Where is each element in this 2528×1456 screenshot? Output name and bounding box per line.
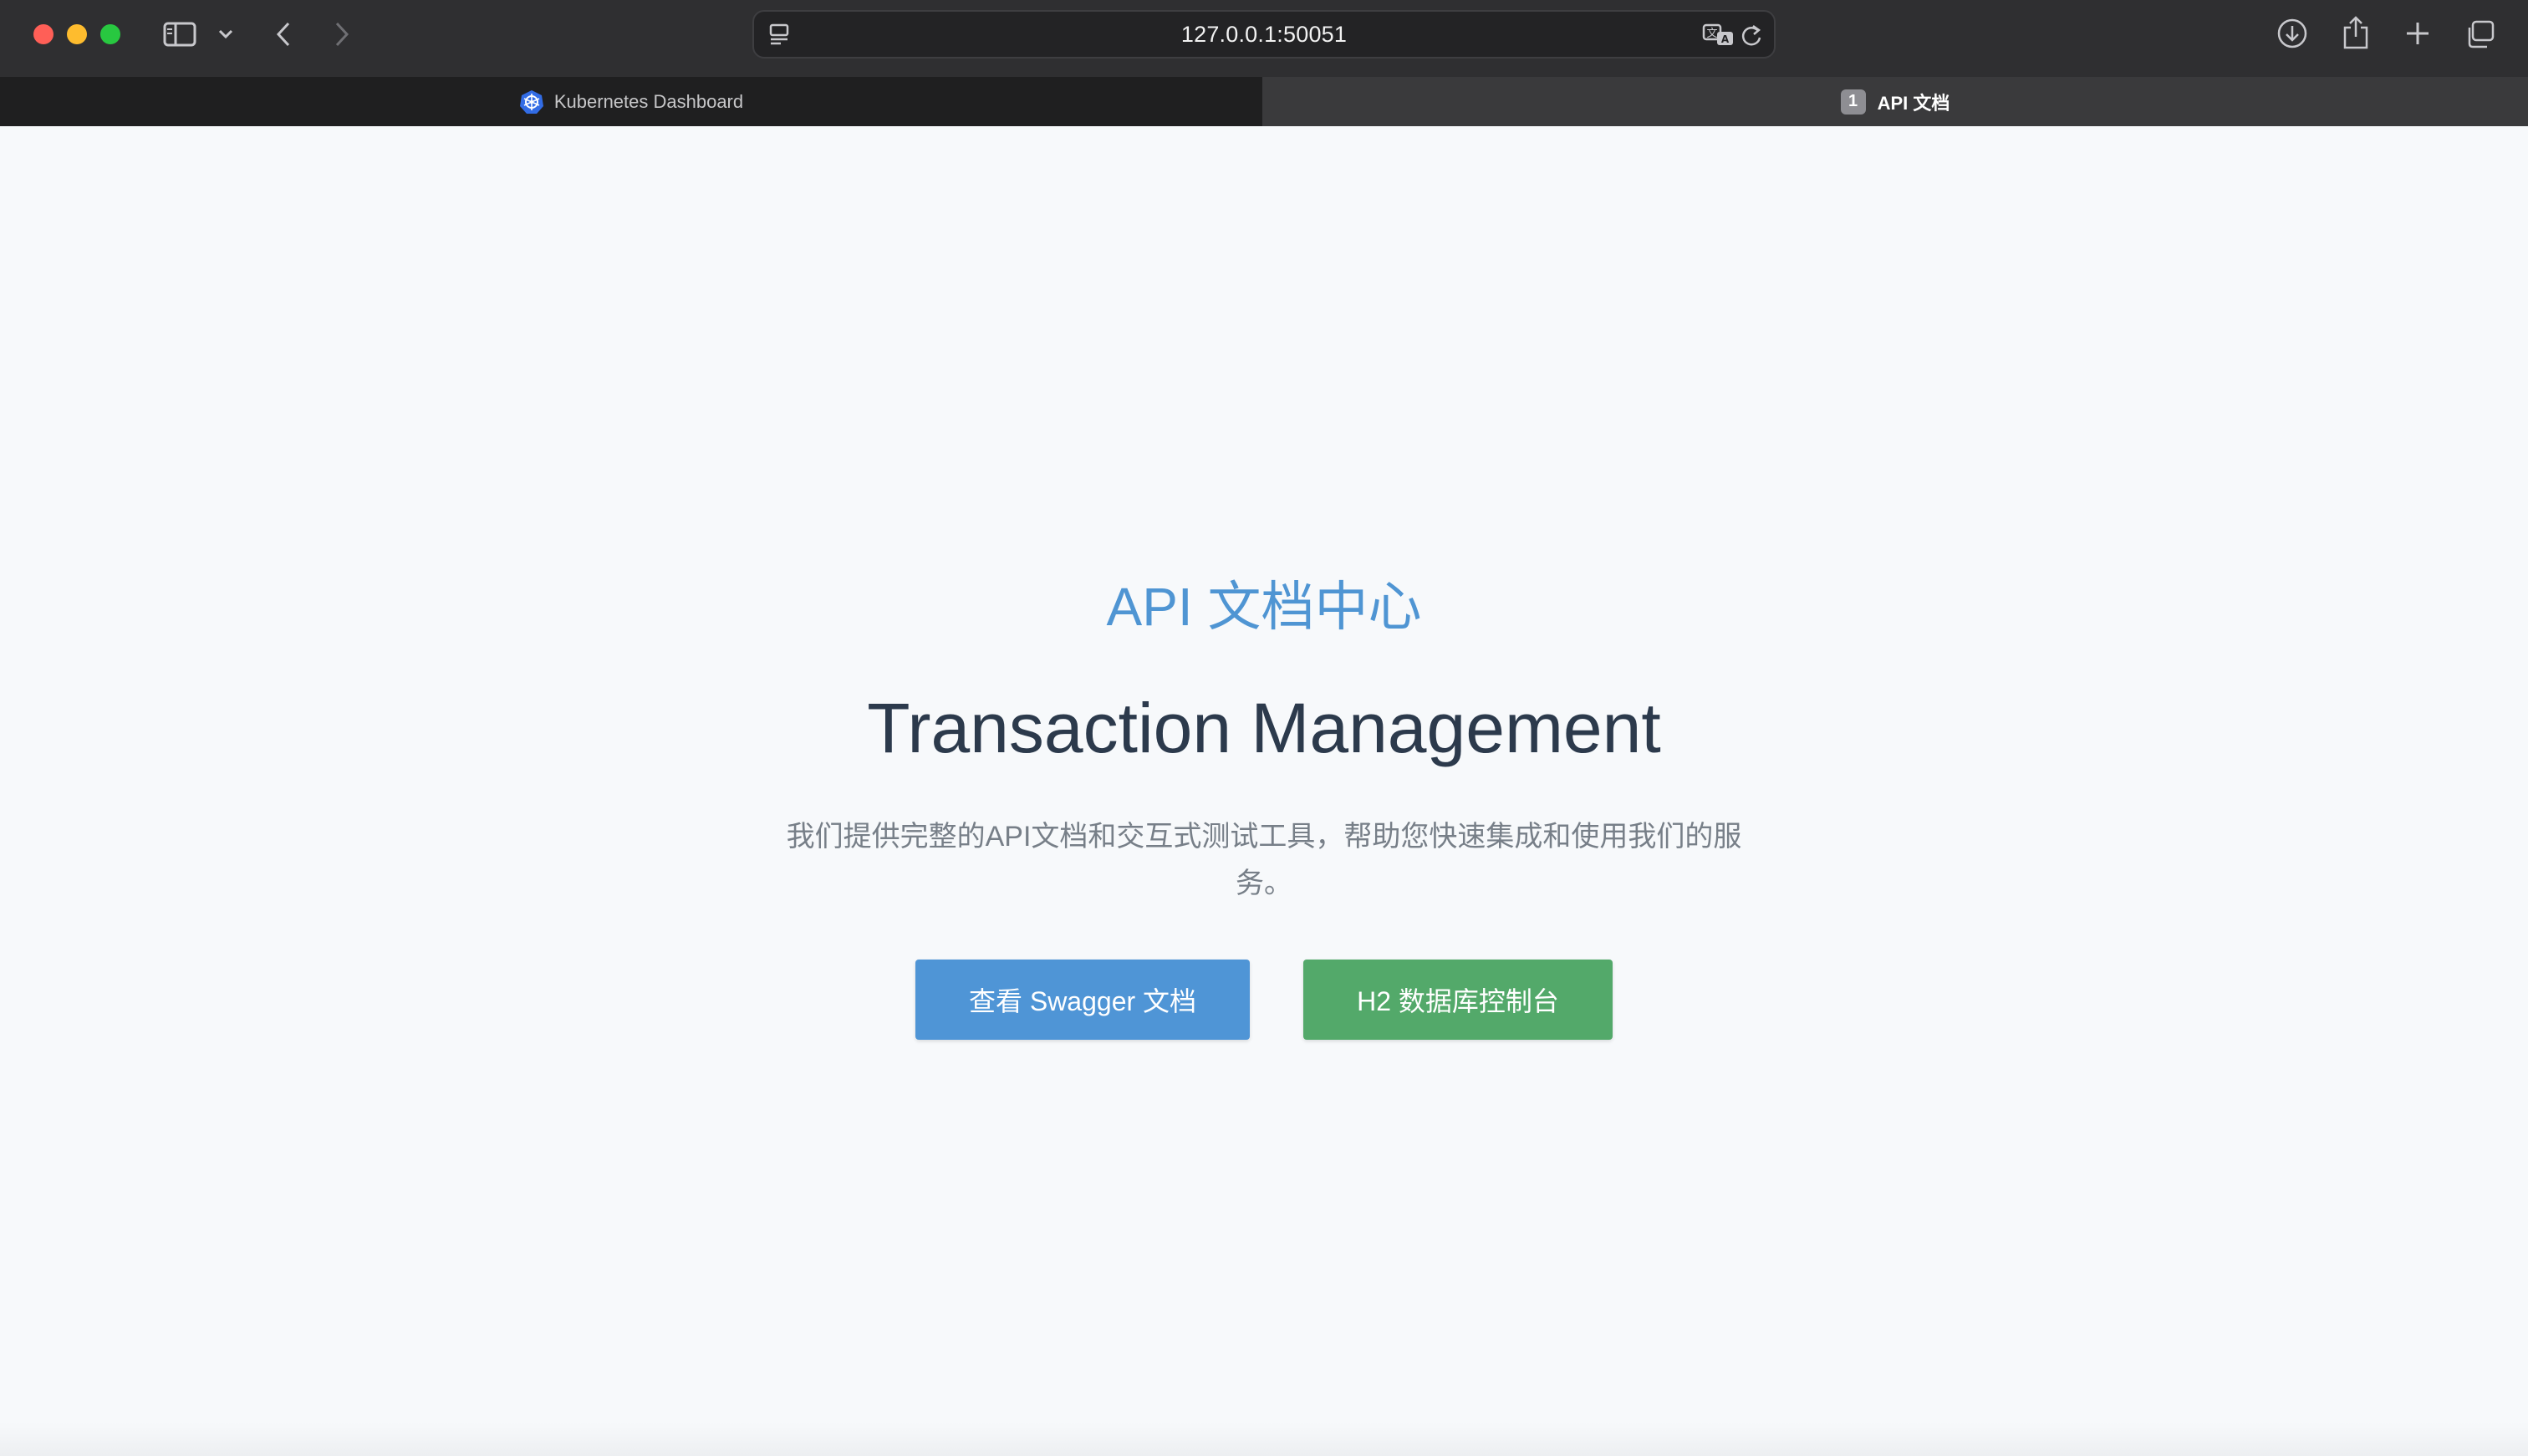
plus-icon[interactable] (2403, 18, 2433, 48)
page-content: API 文档中心 Transaction Management 我们提供完整的A… (0, 126, 2528, 1456)
svg-text:A: A (1721, 33, 1730, 45)
bottom-shadow (0, 1423, 2528, 1456)
browser-toolbar: 127.0.0.1:50051 文 A (0, 0, 2528, 77)
chevron-right-icon[interactable] (331, 18, 353, 50)
kubernetes-icon (519, 89, 544, 115)
view-swagger-button[interactable]: 查看 Swagger 文档 (915, 960, 1250, 1040)
page-kicker: API 文档中心 (1106, 577, 1422, 637)
download-icon[interactable] (2276, 17, 2309, 50)
tab-overview-icon[interactable] (2464, 18, 2496, 50)
page-description: 我们提供完整的API文档和交互式测试工具，帮助您快速集成和使用我们的服务。 (786, 821, 1742, 899)
minimize-window-button[interactable] (67, 24, 87, 44)
h2-console-button[interactable]: H2 数据库控制台 (1303, 960, 1613, 1040)
svg-text:文: 文 (1706, 28, 1717, 40)
tab-label: Kubernetes Dashboard (553, 90, 744, 112)
page-title: Transaction Management (867, 689, 1661, 767)
translate-icon[interactable]: 文 A (1702, 22, 1735, 48)
share-icon[interactable] (2341, 13, 2371, 52)
close-window-button[interactable] (33, 24, 54, 44)
maximize-window-button[interactable] (100, 24, 120, 44)
tab-api-docs[interactable]: 1 API 文档 (1262, 77, 2528, 126)
chevron-down-icon[interactable] (216, 25, 236, 43)
url-text[interactable]: 127.0.0.1:50051 (754, 12, 1774, 57)
reload-icon[interactable] (1739, 22, 1764, 48)
tab-kubernetes-dashboard[interactable]: Kubernetes Dashboard (0, 77, 1262, 126)
tab-badge-icon: 1 (1840, 89, 1866, 115)
tab-label: API 文档 (1877, 92, 1950, 114)
chevron-left-icon[interactable] (273, 18, 294, 50)
browser-window: 127.0.0.1:50051 文 A Kubernetes Dashboard… (0, 0, 2528, 1456)
tab-bar: Kubernetes Dashboard 1 API 文档 (0, 77, 2528, 126)
sidebar-icon[interactable] (162, 20, 197, 48)
address-bar[interactable]: 127.0.0.1:50051 文 A (752, 10, 1776, 59)
